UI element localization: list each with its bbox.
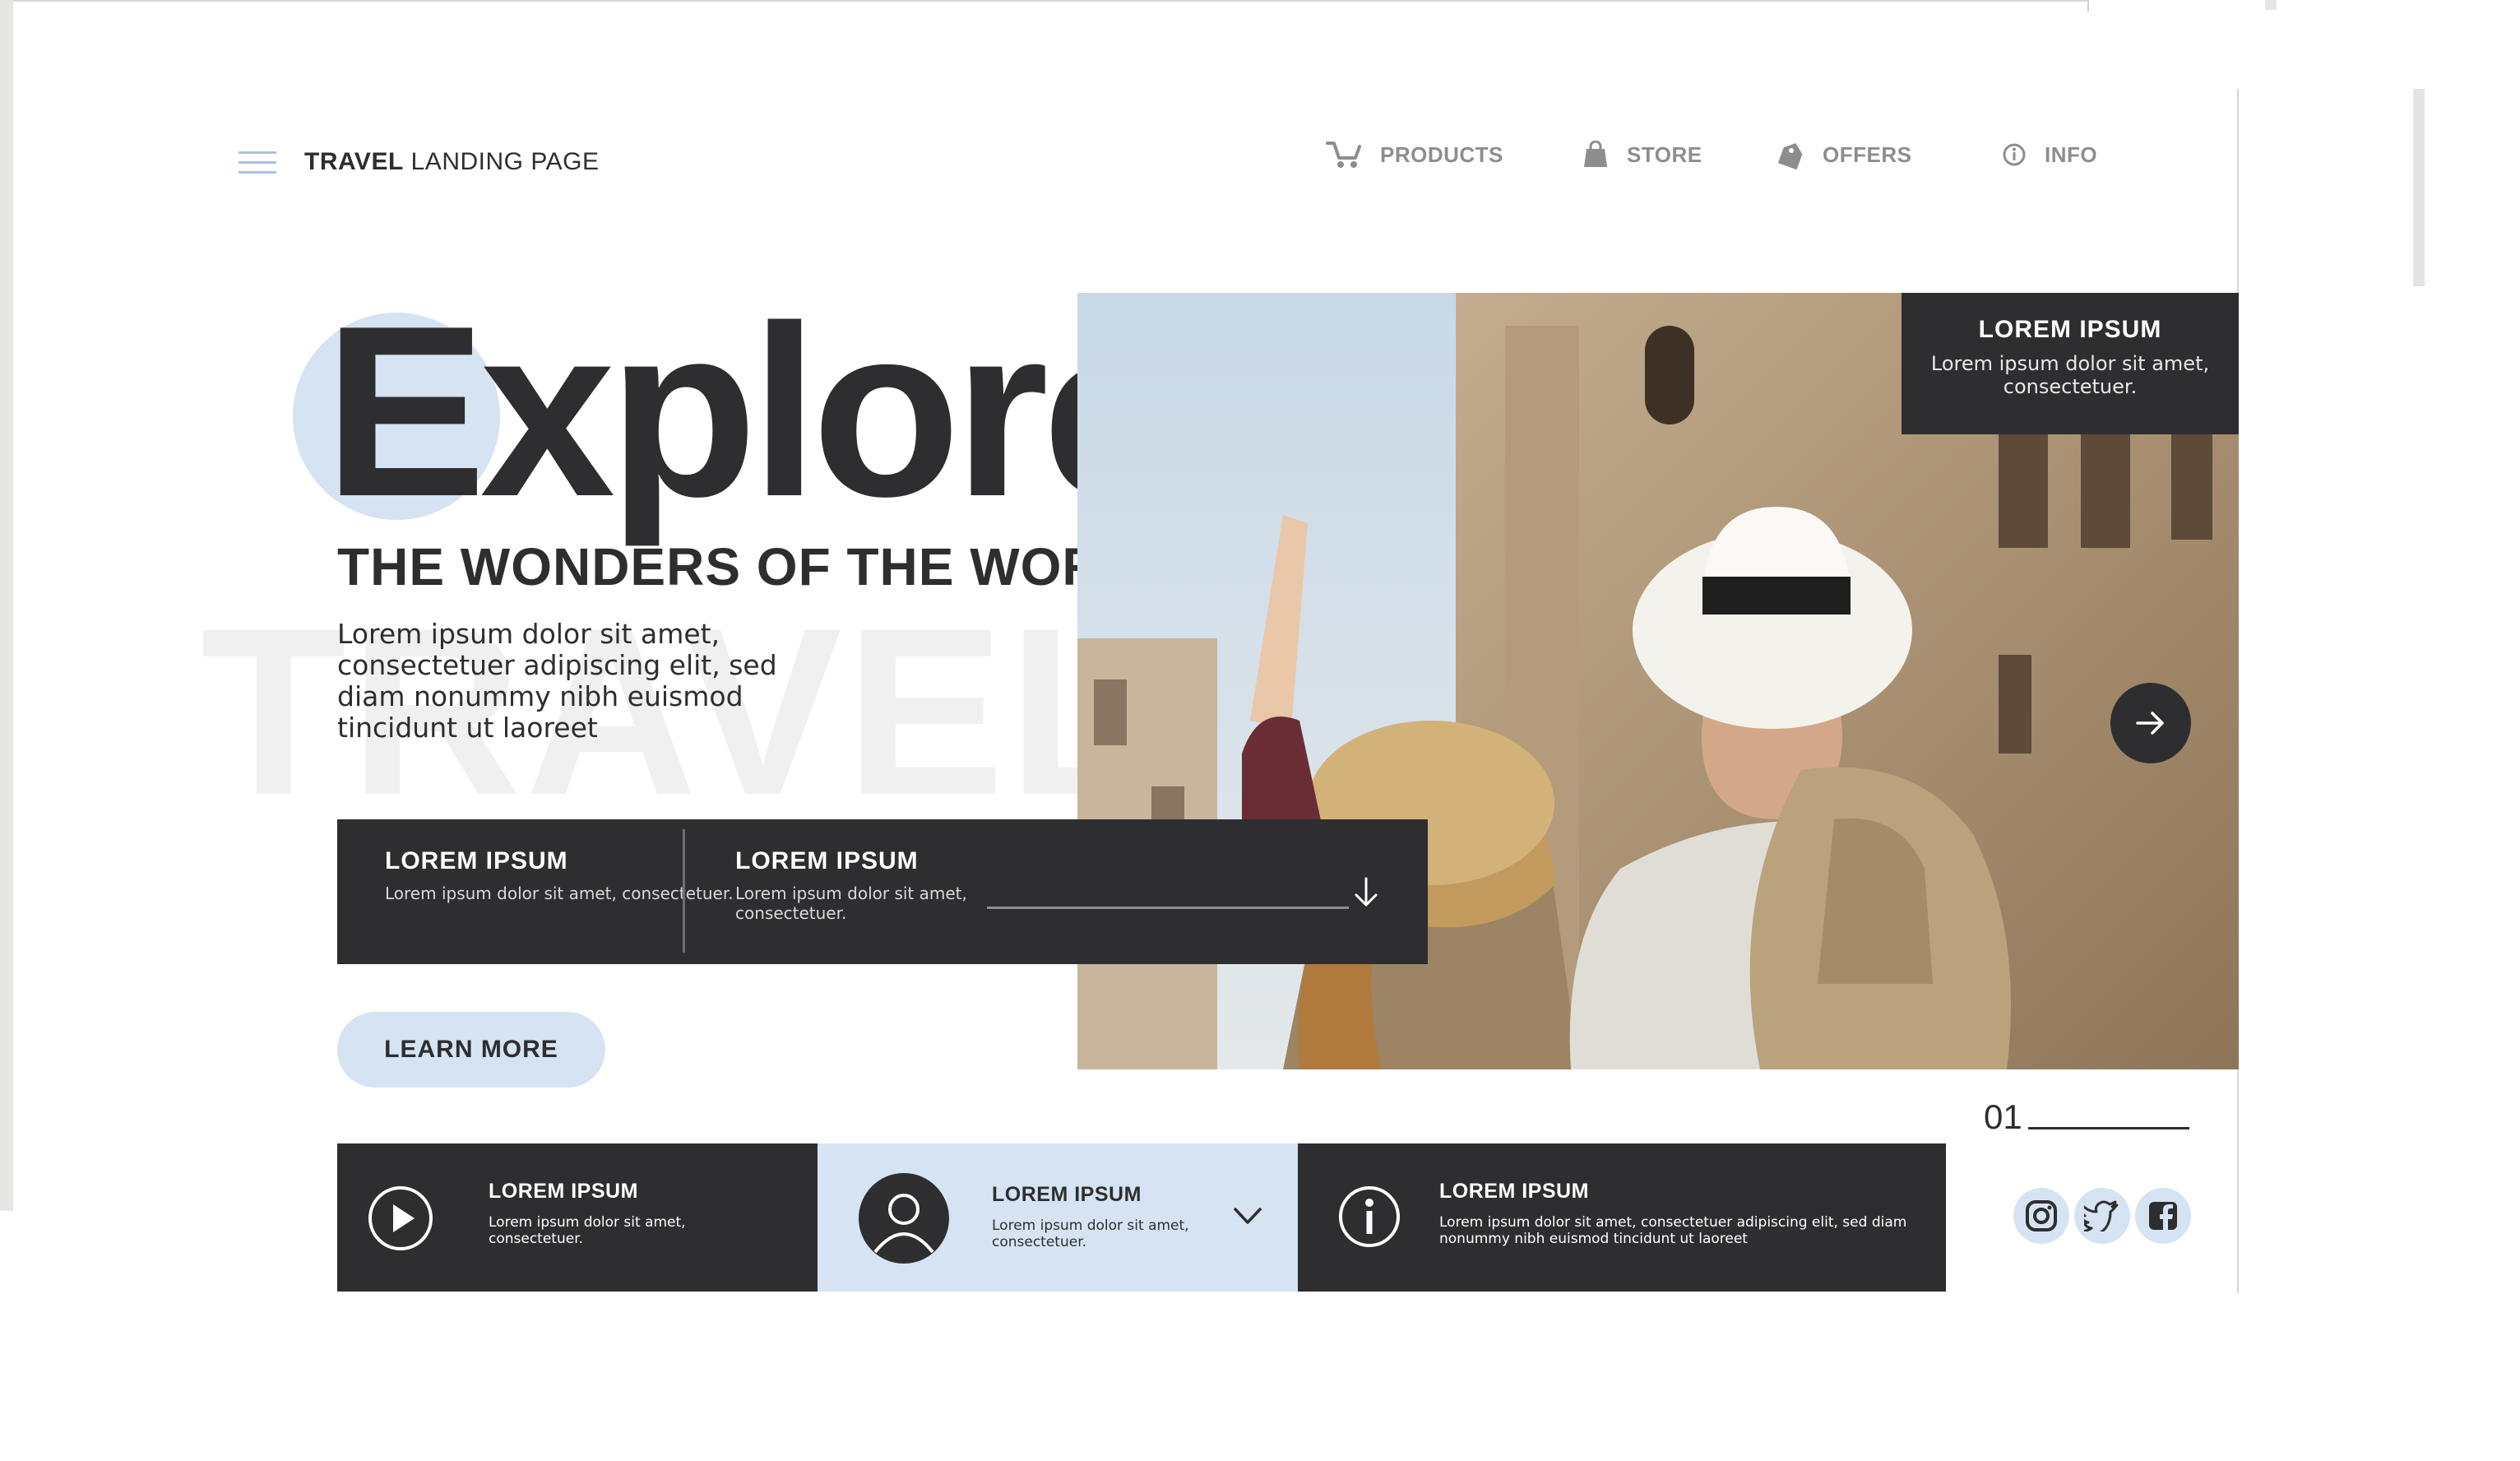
next-slide-button[interactable]: [2110, 683, 2191, 763]
brand-logo[interactable]: TRAVEL LANDING PAGE: [304, 148, 599, 176]
price-tag-icon: [1778, 142, 1803, 170]
top-frame-line: [13, 0, 2087, 2]
photo-info-card: LOREM IPSUM Lorem ipsum dolor sit amet, …: [1902, 293, 2239, 434]
user-icon: [859, 1173, 949, 1264]
slide-page-line: [2028, 1127, 2189, 1129]
brand-rest: LANDING PAGE: [410, 148, 600, 175]
twitter-button[interactable]: [2074, 1188, 2130, 1244]
info-bar-text: Lorem ipsum dolor sit amet, consectetuer…: [385, 884, 734, 903]
feature-card-info[interactable]: LOREM IPSUM Lorem ipsum dolor sit amet, …: [1298, 1143, 1946, 1292]
info-bar-item: LOREM IPSUM Lorem ipsum dolor sit amet, …: [735, 847, 982, 923]
info-bar-title: LOREM IPSUM: [735, 847, 919, 874]
card-text: Lorem ipsum dolor sit amet, consectetuer…: [489, 1214, 686, 1247]
info-icon: [1339, 1186, 1400, 1247]
hero-headline: Explore: [324, 275, 1178, 547]
info-bar-text: Lorem ipsum dolor sit amet, consectetuer…: [735, 884, 967, 923]
info-bar: LOREM IPSUM Lorem ipsum dolor sit amet, …: [337, 819, 1428, 964]
slide-page-number: 01: [1984, 1097, 2022, 1136]
shopping-bag-icon: [1584, 141, 1607, 167]
info-icon: [2003, 143, 2026, 166]
info-bar-progress-line: [987, 907, 1349, 909]
nav-offers[interactable]: OFFERS: [1778, 137, 1911, 173]
scrollbar-thumb[interactable]: [2413, 89, 2425, 286]
feature-card-video[interactable]: LOREM IPSUM Lorem ipsum dolor sit amet, …: [337, 1143, 818, 1292]
twitter-icon: [2084, 1200, 2119, 1231]
card-title: LOREM IPSUM: [489, 1180, 638, 1203]
facebook-icon: [2149, 1202, 2177, 1230]
nav-store[interactable]: STORE: [1582, 137, 1702, 173]
nav-offers-label: OFFERS: [1823, 141, 1912, 167]
learn-more-button[interactable]: LEARN MORE: [337, 1012, 605, 1088]
card-title: LOREM IPSUM: [1439, 1180, 1589, 1203]
card-text: Lorem ipsum dolor sit amet, consectetuer…: [992, 1218, 1189, 1250]
nav-info-label: INFO: [2045, 141, 2098, 167]
nav-products[interactable]: PRODUCTS: [1326, 137, 1503, 173]
chevron-down-icon[interactable]: [1232, 1204, 1263, 1229]
photo-card-text: Lorem ipsum dolor sit amet, consectetuer…: [1930, 352, 2210, 398]
card-text: Lorem ipsum dolor sit amet, consectetuer…: [1439, 1214, 1907, 1247]
instagram-icon: [2026, 1200, 2057, 1231]
photo-card-title: LOREM IPSUM: [1978, 316, 2162, 343]
card-title: LOREM IPSUM: [992, 1183, 1142, 1206]
cart-icon: [1326, 141, 1361, 168]
info-bar-title: LOREM IPSUM: [385, 847, 568, 874]
facebook-button[interactable]: [2135, 1188, 2191, 1244]
left-frame-strip: [0, 0, 13, 1211]
nav-store-label: STORE: [1627, 141, 1702, 167]
nav-products-label: PRODUCTS: [1380, 141, 1503, 167]
instagram-button[interactable]: [2013, 1188, 2069, 1244]
play-icon[interactable]: [367, 1185, 434, 1252]
hero-body-text: Lorem ipsum dolor sit amet, consectetuer…: [337, 618, 777, 744]
info-bar-item: LOREM IPSUM Lorem ipsum dolor sit amet, …: [385, 847, 734, 903]
top-frame-tick: [2087, 0, 2089, 12]
arrow-right-icon: [2136, 712, 2164, 735]
hamburger-menu-icon[interactable]: [239, 151, 276, 174]
info-bar-divider: [683, 829, 685, 953]
hero-subtitle: THE WONDERS OF THE WORLD: [337, 537, 1173, 596]
brand-bold: TRAVEL: [304, 148, 404, 175]
top-frame-tick: [2265, 0, 2277, 10]
feature-card-profile[interactable]: LOREM IPSUM Lorem ipsum dolor sit amet, …: [818, 1143, 1298, 1292]
arrow-down-icon[interactable]: [1349, 875, 1383, 910]
nav-info[interactable]: INFO: [2002, 137, 2097, 173]
